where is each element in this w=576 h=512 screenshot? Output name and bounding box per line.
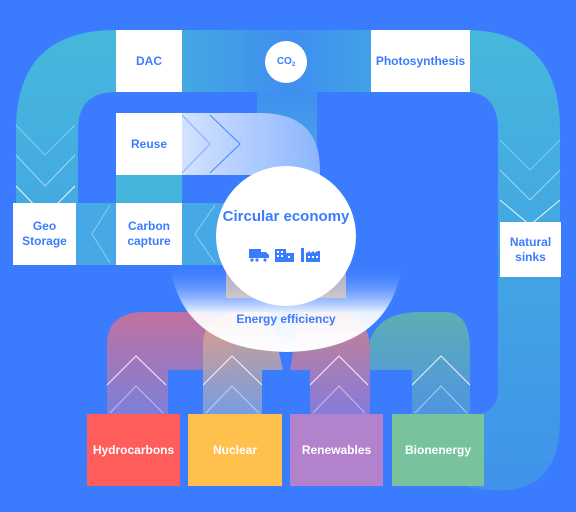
renewables-node: Renewables	[290, 414, 383, 486]
reuse-node: Reuse	[116, 113, 182, 175]
renewables-label: Renewables	[301, 442, 372, 457]
truck-icon	[249, 249, 269, 262]
natural-sinks-label: Natural sinks	[509, 234, 552, 264]
circular-economy-label: Circular economy	[222, 208, 350, 225]
natural-sinks-node: Natural sinks	[500, 222, 561, 277]
dac-label: DAC	[136, 53, 162, 68]
dac-node: DAC	[116, 30, 182, 92]
bioenergy-label: Bionenergy	[404, 442, 471, 457]
photosynthesis-node: Photosynthesis	[371, 30, 470, 92]
energy-efficiency-label: Energy efficiency	[236, 312, 336, 326]
geo-storage-label: Geo Storage	[22, 219, 67, 248]
nuclear-label: Nuclear	[212, 442, 258, 457]
circular-economy-circle	[216, 166, 356, 306]
reuse-label: Reuse	[130, 136, 168, 151]
nuclear-node: Nuclear	[188, 414, 282, 486]
geo-storage-node: Geo Storage	[13, 203, 76, 265]
hydrocarbons-label: Hydrocarbons	[92, 442, 175, 457]
co2-node: CO2	[265, 41, 307, 83]
office-building-icon	[275, 249, 294, 262]
bioenergy-node: Bionenergy	[392, 414, 484, 486]
carbon-capture-label: Carbon capture	[127, 219, 171, 248]
co2-label: CO2	[276, 56, 296, 68]
hydrocarbons-node: Hydrocarbons	[87, 414, 180, 486]
carbon-capture-node: Carbon capture	[116, 203, 182, 265]
bioenergy-pipe	[370, 312, 470, 415]
factory-icon	[301, 248, 320, 262]
economy-icons	[249, 248, 321, 262]
photosynthesis-label: Photosynthesis	[375, 53, 466, 68]
diagram-canvas: DAC CO2 Photosynthesis Reuse Geo Storage…	[0, 0, 576, 512]
